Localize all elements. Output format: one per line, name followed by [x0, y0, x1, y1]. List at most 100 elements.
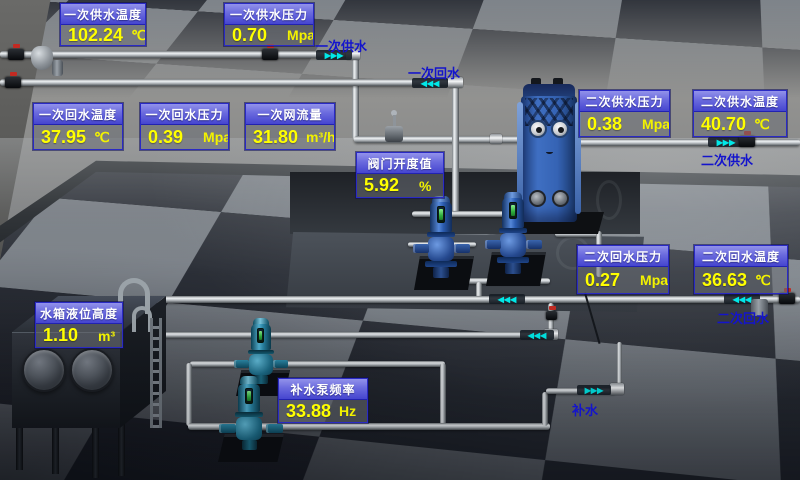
- tank-manhole: [22, 348, 66, 392]
- tank-vent-pipe-small: [132, 306, 152, 332]
- gauge-unit: ℃: [131, 27, 145, 44]
- gauge-value-row: 37.95 ℃: [34, 125, 122, 149]
- circulation-pump-2[interactable]: [484, 192, 550, 288]
- gauge-title: 二次供水温度: [694, 91, 786, 112]
- tank-leg: [52, 428, 59, 474]
- gauge-title: 阀门开度值: [357, 153, 443, 174]
- gauge-unit: Mpa: [287, 27, 313, 43]
- pump-discharge-nozzle: [454, 244, 470, 253]
- gauge-value: 33.88: [286, 401, 331, 422]
- gauge-value-row: 33.88Hz: [279, 400, 367, 422]
- pipe-makeup-pump-top: [190, 361, 445, 367]
- gauge-title: 一次回水压力: [141, 104, 228, 125]
- pipe-loop-right: [440, 363, 446, 426]
- circulation-pump-1[interactable]: [412, 196, 478, 292]
- hmi-heat-station-screen: ▶▶▶ ◀◀◀ ▶▶▶ ◀◀◀ ◀◀◀ ◀◀◀ ▶▶▶: [0, 0, 800, 480]
- hx-nose: [546, 150, 553, 154]
- gauge-title: 一次网流量: [246, 104, 334, 125]
- tank-leg: [16, 428, 23, 470]
- pump-volute: [500, 233, 526, 257]
- gauge-value-row: 40.70 ℃: [694, 112, 786, 136]
- flow-arrow-tank-line: ◀◀◀: [520, 330, 554, 340]
- gauge-value-row: 1.10 m³: [36, 324, 122, 347]
- gauge-unit: Mpa: [640, 272, 668, 288]
- gauge-title: 补水泵频率: [279, 379, 367, 400]
- pipe-secondary-return: [128, 296, 800, 303]
- pipe-makeup-riser: [542, 392, 548, 426]
- pump-discharge-nozzle: [526, 240, 542, 249]
- gauge-title: 二次回水温度: [695, 246, 787, 267]
- pipe-primary-return-drop: [452, 84, 459, 214]
- pump-indicator-window: [245, 388, 253, 404]
- hx-port-center: [536, 127, 542, 133]
- gauge-value: 0.39: [148, 127, 183, 148]
- gauge-primary-flow: 一次网流量 31.80m³/h: [245, 103, 335, 150]
- gauge-secondary-supply-pressure: 二次供水压力 0.38Mpa: [579, 90, 670, 137]
- gauge-value: 37.95: [41, 127, 86, 148]
- pipe-flange: [610, 383, 624, 395]
- gauge-primary-supply-pressure: 一次供水压力 0.70 Mpa: [224, 3, 314, 46]
- pump-indicator-window: [437, 206, 445, 223]
- shutoff-valve[interactable]: [739, 136, 755, 147]
- pump-volute: [249, 354, 273, 375]
- gauge-unit: ℃: [94, 129, 110, 146]
- gauge-value-row: 0.38 Mpa: [580, 112, 669, 136]
- makeup-pump-2[interactable]: [216, 376, 286, 464]
- pipe-primary-return: [0, 79, 455, 86]
- pipe-valve-line: [354, 136, 536, 143]
- gauge-secondary-return-pressure: 二次回水压力 0.27Mpa: [577, 245, 669, 294]
- gauge-unit: m³: [98, 328, 115, 344]
- pipe-label-primary-supply: 一次供水: [315, 36, 367, 55]
- pump-foot: [242, 440, 257, 450]
- gauge-value-row: 31.80m³/h: [246, 125, 334, 149]
- pipe-loop-left: [186, 363, 192, 426]
- pipe-label-secondary-return: 二次回水: [717, 308, 769, 327]
- flow-arrow-makeup: ▶▶▶: [577, 385, 611, 395]
- flow-arrow-secondary-return: ◀◀◀: [489, 294, 525, 304]
- gauge-value: 1.10: [43, 325, 78, 346]
- shutoff-valve[interactable]: [262, 49, 278, 60]
- gauge-value: 36.63: [702, 270, 747, 291]
- gauge-primary-return-temp: 一次回水温度 37.95 ℃: [33, 103, 123, 150]
- makeup-tie-valve[interactable]: [546, 311, 557, 320]
- gauge-unit: m³/h: [306, 129, 334, 145]
- gauge-title: 一次供水温度: [61, 4, 145, 25]
- pump-volute: [236, 417, 262, 440]
- gauge-unit: ℃: [754, 116, 770, 133]
- pump-suction-nozzle: [485, 240, 501, 249]
- pipe-label-makeup-water: 补水: [572, 400, 598, 419]
- gauge-unit: ℃: [755, 272, 771, 289]
- gauge-title: 一次供水压力: [225, 4, 313, 25]
- gauge-valve-opening: 阀门开度值 5.92%: [356, 152, 444, 198]
- shutoff-valve[interactable]: [8, 49, 24, 60]
- gauge-makeup-pump-frequency: 补水泵频率 33.88Hz: [278, 378, 368, 423]
- gauge-value-row: 0.27Mpa: [578, 267, 668, 293]
- shutoff-valve[interactable]: [779, 293, 795, 304]
- gauge-tank-level: 水箱液位高度 1.10m³: [35, 302, 123, 348]
- hx-lower-port-right: [552, 190, 569, 207]
- pump-motor-cap: [240, 376, 258, 384]
- tank-leg: [118, 424, 125, 476]
- pump-discharge-nozzle: [266, 424, 283, 433]
- pump-foot: [505, 263, 521, 274]
- gauge-value: 5.92: [364, 175, 399, 196]
- pump-indicator-window: [509, 202, 517, 219]
- pipe-primary-supply-drop: [352, 56, 359, 140]
- control-valve[interactable]: [385, 126, 403, 142]
- drain-fitting: [52, 60, 63, 76]
- pipe-makeup-tie-in: [617, 342, 622, 386]
- gauge-value: 0.38: [587, 114, 622, 135]
- shutoff-valve[interactable]: [5, 77, 21, 88]
- pump-volute: [428, 237, 454, 261]
- tank-leg: [92, 428, 99, 478]
- pipe-tank-outlet: [135, 332, 553, 338]
- gauge-value: 102.24: [68, 25, 123, 45]
- pump-suction-nozzle: [234, 360, 249, 368]
- gauge-title: 一次回水温度: [34, 104, 122, 125]
- gauge-title: 二次回水压力: [578, 246, 668, 267]
- gauge-unit: Mpa: [642, 116, 669, 132]
- pump-suction-nozzle: [219, 424, 236, 433]
- gauge-value: 40.70: [701, 114, 746, 135]
- gauge-secondary-supply-temp: 二次供水温度 40.70 ℃: [693, 90, 787, 137]
- gauge-value: 0.70: [232, 25, 267, 45]
